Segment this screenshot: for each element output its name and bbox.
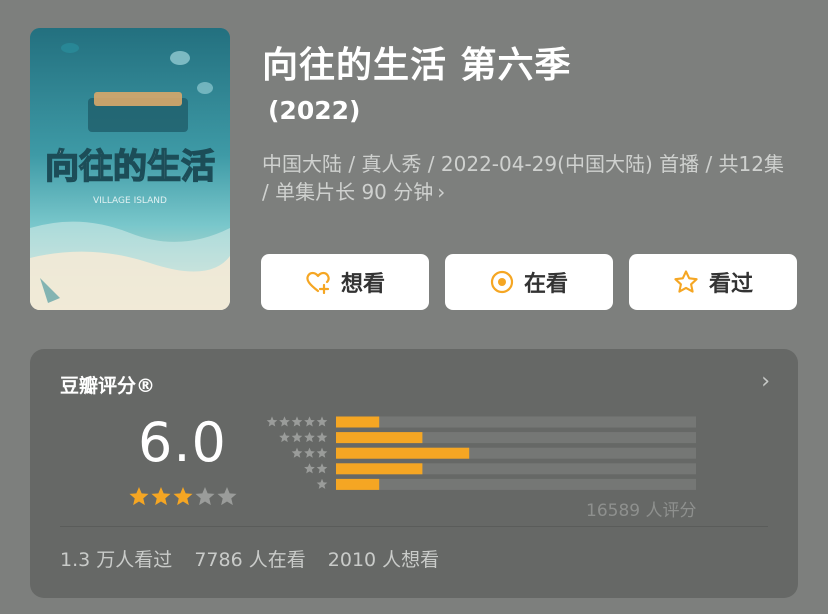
star-small-icon xyxy=(291,447,303,458)
watching-label: 在看 xyxy=(523,272,568,297)
star-small-icon xyxy=(304,447,315,458)
star-filled-icon xyxy=(151,487,171,506)
distribution-track xyxy=(336,478,696,490)
want-to-watch-button[interactable]: 想看 xyxy=(261,254,429,310)
chevron-right-icon[interactable]: › xyxy=(761,369,770,394)
star-small-icon xyxy=(304,416,315,427)
watched-button[interactable]: 看过 xyxy=(629,254,797,310)
star-small-icon xyxy=(266,416,278,427)
watched-label: 看过 xyxy=(708,272,753,297)
star-empty-icon xyxy=(217,487,237,506)
poster-subtitle-text: VILLAGE ISLAND xyxy=(93,196,167,206)
want-count: 2010 人想看 xyxy=(327,549,440,571)
star-small-icon xyxy=(316,447,328,458)
rating-count: 16589 人评分 xyxy=(586,501,697,521)
watching-count: 7786 人在看 xyxy=(194,549,306,571)
star-filled-icon xyxy=(129,487,149,506)
page-title: 向往的生活 第六季 xyxy=(262,45,572,86)
star-empty-icon xyxy=(195,487,215,506)
show-meta[interactable]: 中国大陆 / 真人秀 / 2022-04-29(中国大陆) 首播 / 共12集 … xyxy=(262,150,792,206)
distribution-bar-4-star xyxy=(336,432,423,444)
poster-title-text: 向往的生活 xyxy=(45,147,215,187)
rating-card[interactable]: 豆瓣评分® › 6.0 16589 人评分 1.3 万人看过 7786 人在看 … xyxy=(30,349,798,598)
star-small-icon xyxy=(304,463,315,474)
distribution-bar-1-star xyxy=(336,478,380,490)
watched-count: 1.3 万人看过 xyxy=(60,549,173,571)
star-filled-icon xyxy=(173,487,193,506)
distribution-bar-3-star xyxy=(336,447,470,459)
star-small-icon xyxy=(291,416,303,427)
want-to-watch-label: 想看 xyxy=(340,272,385,297)
star-small-icon xyxy=(279,416,290,427)
star-small-icon xyxy=(291,432,303,443)
star-small-icon xyxy=(316,416,328,427)
target-icon xyxy=(490,270,514,294)
divider xyxy=(60,526,768,527)
star-small-icon xyxy=(316,432,328,443)
distribution-bar-2-star xyxy=(336,463,423,475)
distribution-track xyxy=(336,416,696,428)
distribution-bar-5-star xyxy=(336,416,380,428)
rating-stars xyxy=(129,487,237,506)
star-outline-icon xyxy=(674,270,698,293)
poster-image[interactable]: 向往的生活 VILLAGE ISLAND xyxy=(30,28,230,310)
heart-plus-icon xyxy=(306,271,330,294)
rating-title: 豆瓣评分® xyxy=(60,375,156,397)
show-meta-text: 中国大陆 / 真人秀 / 2022-04-29(中国大陆) 首播 / 共12集 … xyxy=(262,152,785,204)
rating-score: 6.0 xyxy=(138,411,227,474)
watching-button[interactable]: 在看 xyxy=(445,254,613,310)
star-small-icon xyxy=(279,432,290,443)
star-small-icon xyxy=(316,463,328,474)
star-small-icon xyxy=(304,432,315,443)
star-small-icon xyxy=(316,478,328,489)
chevron-right-icon: › xyxy=(437,180,446,204)
rating-distribution xyxy=(266,416,696,490)
watch-stats: 1.3 万人看过 7786 人在看 2010 人想看 xyxy=(60,545,455,572)
release-year: (2022) xyxy=(268,96,361,125)
poster-art: 向往的生活 VILLAGE ISLAND xyxy=(30,28,230,310)
